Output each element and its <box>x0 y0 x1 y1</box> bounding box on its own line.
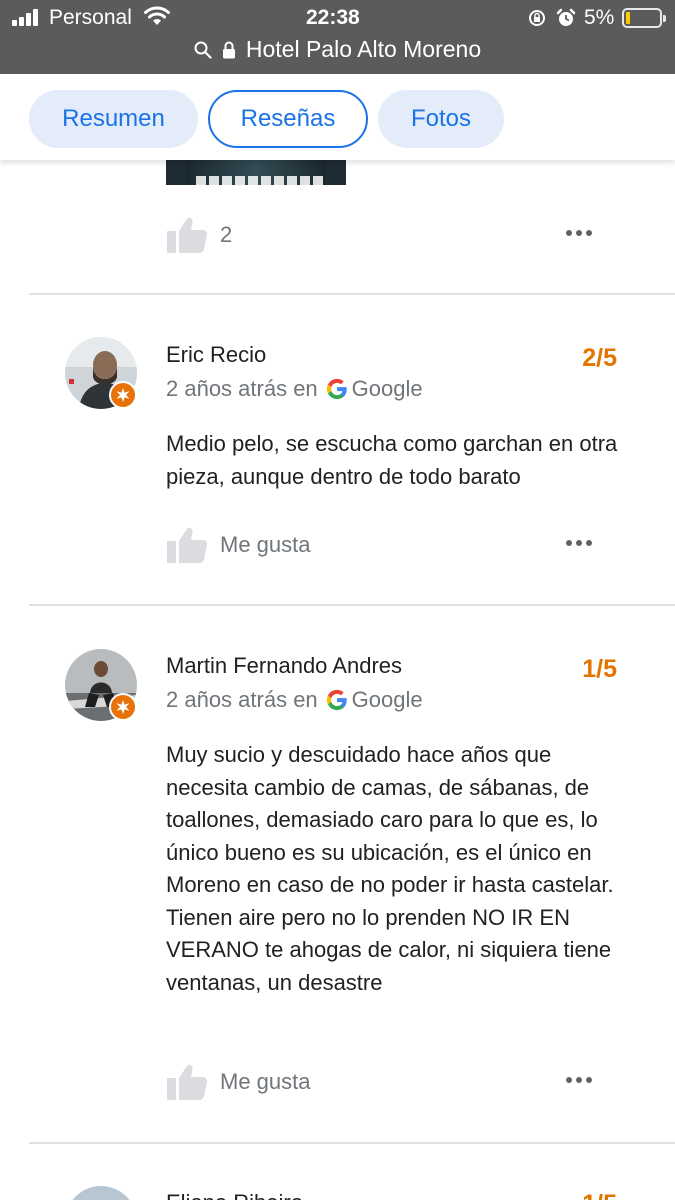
review-source: Google <box>351 376 423 401</box>
avatar[interactable] <box>65 649 137 721</box>
local-guide-badge-icon <box>109 381 137 409</box>
tab-bar: Resumen Reseñas Fotos <box>0 74 675 160</box>
like-button[interactable]: Me gusta <box>220 1069 311 1095</box>
status-time: 22:38 <box>306 6 360 29</box>
review-photo[interactable] <box>166 160 346 185</box>
rating: 1/5 <box>582 655 617 683</box>
alarm-icon <box>556 8 576 26</box>
tab-resenas[interactable]: Reseñas <box>208 90 368 148</box>
lock-icon <box>222 41 235 58</box>
tab-resumen[interactable]: Resumen <box>29 90 198 148</box>
google-logo-icon <box>326 689 347 711</box>
divider <box>29 1142 675 1144</box>
google-logo-icon <box>326 378 347 400</box>
rating: 2/5 <box>582 344 617 372</box>
review-time: 2 años atrás en <box>166 687 318 712</box>
avatar[interactable] <box>65 1186 137 1200</box>
avatar[interactable] <box>65 337 137 409</box>
review-meta: 2 años atrás en Google <box>166 376 423 402</box>
search-icon <box>194 41 212 59</box>
more-icon[interactable] <box>566 1077 592 1083</box>
carrier-name: Personal <box>49 6 132 29</box>
reviewer-name[interactable]: Eliane Ribeiro <box>166 1190 303 1200</box>
rating: 1/5 <box>582 1190 617 1200</box>
more-icon[interactable] <box>566 230 592 236</box>
reviewer-name[interactable]: Martin Fernando Andres <box>166 653 402 679</box>
local-guide-badge-icon <box>109 693 137 721</box>
divider <box>29 604 675 606</box>
page-title: Hotel Palo Alto Moreno <box>245 36 482 62</box>
wifi-icon <box>144 6 170 25</box>
review-actions: Me gusta <box>166 1063 626 1103</box>
thumbs-up-icon[interactable] <box>166 1063 208 1101</box>
battery-icon <box>622 8 666 28</box>
thumbs-up-icon[interactable] <box>166 526 208 564</box>
battery-percentage: 5% <box>584 6 615 29</box>
review-text: Medio pelo, se escucha como garchan en o… <box>166 431 618 489</box>
like-button[interactable]: Me gusta <box>220 532 311 558</box>
browser-top-bar: Personal 22:38 5% Hotel Palo Alto Moreno <box>0 0 675 74</box>
reviews-list[interactable]: 2 Eric Recio 2/5 2 años atrás en Google … <box>0 160 675 1200</box>
more-icon[interactable] <box>566 540 592 546</box>
thumbs-up-icon[interactable] <box>166 216 208 254</box>
like-count: 2 <box>220 222 233 247</box>
review-actions: Me gusta <box>166 526 626 566</box>
divider <box>29 293 675 295</box>
signal-icon <box>12 9 42 26</box>
url-bar[interactable]: Hotel Palo Alto Moreno <box>0 36 675 66</box>
review-time: 2 años atrás en <box>166 376 318 401</box>
status-bar: Personal 22:38 5% <box>0 0 675 36</box>
review-text: Muy sucio y descuidado hace años que nec… <box>166 742 614 995</box>
review-source: Google <box>351 687 423 712</box>
reviewer-name[interactable]: Eric Recio <box>166 342 266 368</box>
rotation-lock-icon <box>529 10 545 26</box>
review-actions: 2 <box>166 216 626 256</box>
review-meta: 2 años atrás en Google <box>166 687 423 713</box>
tab-fotos[interactable]: Fotos <box>378 90 504 148</box>
